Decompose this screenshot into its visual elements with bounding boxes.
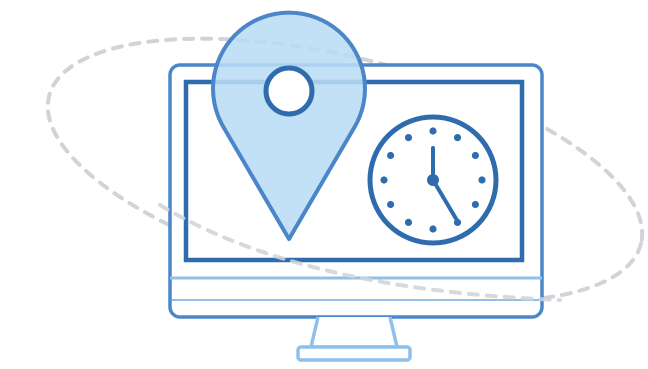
map-pin-hole <box>263 65 315 117</box>
clock-icon <box>367 114 499 246</box>
location-time-illustration <box>0 0 648 369</box>
clock-center <box>427 174 439 186</box>
illustration-canvas <box>45 10 645 362</box>
